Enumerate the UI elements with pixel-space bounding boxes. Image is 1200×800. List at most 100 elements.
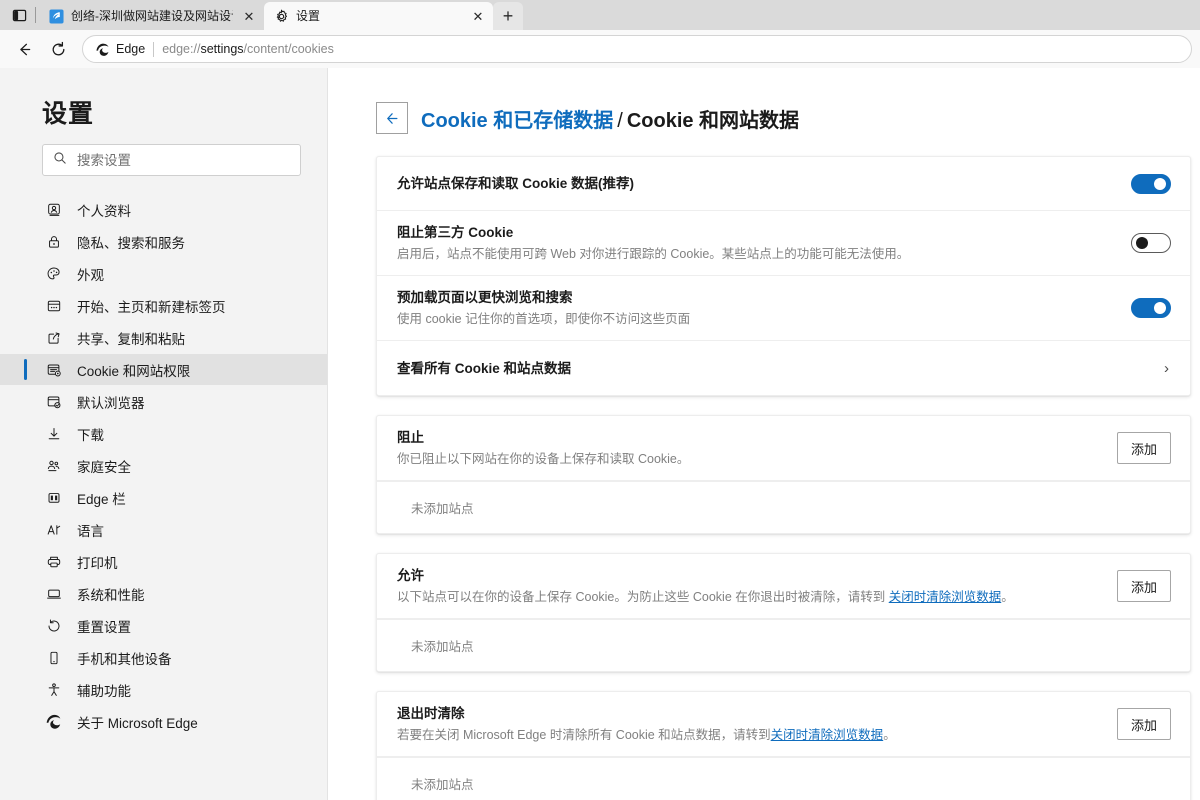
breadcrumb-current: Cookie 和网站数据	[627, 110, 799, 132]
toggle-knob	[1136, 237, 1148, 249]
sidebar-item-appearance[interactable]: 外观	[0, 258, 327, 289]
sidebar-item-family-safety[interactable]: 家庭安全	[0, 450, 327, 481]
search-wrap	[0, 144, 327, 176]
profile-icon	[45, 201, 62, 218]
tab-strip-divider	[35, 7, 36, 23]
tab-strip: 创络-深圳做网站建设及网站设计 ✕ 设置 ✕ +	[0, 0, 1200, 30]
sidebar-item-label: 打印机	[77, 552, 118, 572]
sidebar-item-about-edge[interactable]: 关于 Microsoft Edge	[0, 706, 327, 737]
row-description: 启用后，站点不能使用可跨 Web 对你进行跟踪的 Cookie。某些站点上的功能…	[397, 245, 909, 263]
edge-brand: Edge	[95, 42, 145, 57]
breadcrumb-parent-link[interactable]: Cookie 和已存储数据	[421, 110, 613, 132]
browser-toolbar: Edge edge://settings/content/cookies	[0, 30, 1200, 68]
setting-row-block-third-party[interactable]: 阻止第三方 Cookie 启用后，站点不能使用可跨 Web 对你进行跟踪的 Co…	[377, 211, 1190, 276]
sidebar-item-label: 开始、主页和新建标签页	[77, 296, 226, 316]
back-button[interactable]	[376, 102, 408, 134]
setting-row-allow-cookies[interactable]: 允许站点保存和读取 Cookie 数据(推荐)	[377, 157, 1190, 211]
tab-item-site[interactable]: 创络-深圳做网站建设及网站设计 ✕	[39, 2, 264, 30]
empty-state-allow: 未添加站点	[377, 619, 1190, 671]
cookie-settings-card: 允许站点保存和读取 Cookie 数据(推荐) 阻止第三方 Cookie 启用后…	[376, 156, 1191, 396]
site-list-card-clear-on-exit: 退出时清除 若要在关闭 Microsoft Edge 时清除所有 Cookie …	[376, 691, 1191, 800]
url-path: /content/cookies	[244, 42, 334, 56]
sidebar-item-profile[interactable]: 个人资料	[0, 194, 327, 225]
toggle-knob	[1154, 302, 1166, 314]
url-prefix: edge://	[162, 42, 200, 56]
empty-state-clear-on-exit: 未添加站点	[377, 757, 1190, 800]
toggle-block-third-party[interactable]	[1131, 233, 1171, 253]
row-text: 预加载页面以更快浏览和搜索 使用 cookie 记住你的首选项，即使你不访问这些…	[397, 276, 690, 340]
row-title: 允许	[397, 566, 1014, 585]
clear-on-close-link[interactable]: 关闭时清除浏览数据	[889, 590, 1002, 604]
breadcrumb: Cookie 和已存储数据/Cookie 和网站数据	[421, 104, 799, 133]
desc-after: 。	[1001, 590, 1014, 604]
reset-icon	[45, 617, 62, 634]
lock-icon	[45, 233, 62, 250]
sidebar-item-start-home-newtab[interactable]: 开始、主页和新建标签页	[0, 290, 327, 321]
tab-title: 创络-深圳做网站建设及网站设计	[71, 8, 233, 24]
add-button-block[interactable]: 添加	[1117, 432, 1171, 464]
add-button-allow[interactable]: 添加	[1117, 570, 1171, 602]
desc-after: 。	[883, 728, 896, 742]
edge-bar-icon	[45, 489, 62, 506]
tab-title: 设置	[296, 8, 462, 24]
settings-sidebar: 设置	[0, 68, 328, 800]
cookie-permissions-icon	[45, 361, 62, 378]
toggle-knob	[1154, 178, 1166, 190]
sidebar-item-printers[interactable]: 打印机	[0, 546, 327, 577]
row-title: 允许站点保存和读取 Cookie 数据(推荐)	[397, 174, 634, 193]
new-tab-button[interactable]: +	[493, 2, 523, 30]
browser-window-icon	[45, 297, 62, 314]
clear-on-close-link[interactable]: 关闭时清除浏览数据	[771, 728, 884, 742]
search-input[interactable]	[77, 153, 290, 168]
empty-state-block: 未添加站点	[377, 481, 1190, 533]
sidebar-item-label: 系统和性能	[77, 584, 145, 604]
toggle-allow-cookies[interactable]	[1131, 174, 1171, 194]
sidebar-item-share-copy-paste[interactable]: 共享、复制和粘贴	[0, 322, 327, 353]
sidebar-item-default-browser[interactable]: 默认浏览器	[0, 386, 327, 417]
sidebar-item-label: 下载	[77, 424, 104, 444]
sidebar-item-cookies-site-permissions[interactable]: Cookie 和网站权限	[0, 354, 327, 385]
sidebar-nav-list: 个人资料 隐私、搜索和服务	[0, 194, 327, 737]
sidebar-item-reset-settings[interactable]: 重置设置	[0, 610, 327, 641]
setting-row-preload-pages[interactable]: 预加载页面以更快浏览和搜索 使用 cookie 记住你的首选项，即使你不访问这些…	[377, 276, 1190, 341]
refresh-icon[interactable]	[42, 34, 74, 64]
sidebar-item-label: 外观	[77, 264, 104, 284]
sidebar-item-label: 隐私、搜索和服务	[77, 232, 185, 252]
sidebar-item-privacy[interactable]: 隐私、搜索和服务	[0, 226, 327, 257]
toggle-preload-pages[interactable]	[1131, 298, 1171, 318]
desc-before: 若要在关闭 Microsoft Edge 时清除所有 Cookie 和站点数据，…	[397, 728, 771, 742]
sidebar-item-languages[interactable]: 语言	[0, 514, 327, 545]
site-list-header: 阻止 你已阻止以下网站在你的设备上保存和读取 Cookie。 添加	[377, 416, 1190, 481]
chevron-right-icon[interactable]: ›	[1164, 361, 1171, 376]
page-title: 设置	[0, 94, 327, 144]
search-box[interactable]	[42, 144, 301, 176]
sidebar-item-label: Edge 栏	[77, 488, 126, 508]
url-text: edge://settings/content/cookies	[162, 42, 334, 56]
download-icon	[45, 425, 62, 442]
breadcrumb-separator: /	[617, 110, 623, 132]
browser-chrome: 创络-深圳做网站建设及网站设计 ✕ 设置 ✕ +	[0, 0, 1200, 68]
tab-item-settings[interactable]: 设置 ✕	[264, 2, 493, 30]
sidebar-item-edge-bar[interactable]: Edge 栏	[0, 482, 327, 513]
sidebar-item-accessibility[interactable]: 辅助功能	[0, 674, 327, 705]
sidebar-item-label: 个人资料	[77, 200, 131, 220]
edge-logo-icon	[45, 713, 62, 730]
split-screen-icon[interactable]	[4, 2, 34, 28]
system-icon	[45, 585, 62, 602]
setting-row-view-all-cookies[interactable]: 查看所有 Cookie 和站点数据 ›	[377, 341, 1190, 395]
sidebar-item-downloads[interactable]: 下载	[0, 418, 327, 449]
sidebar-item-system-performance[interactable]: 系统和性能	[0, 578, 327, 609]
sidebar-item-label: 语言	[77, 520, 104, 540]
sidebar-item-phone-other-devices[interactable]: 手机和其他设备	[0, 642, 327, 673]
add-button-clear-on-exit[interactable]: 添加	[1117, 708, 1171, 740]
sidebar-item-label: 手机和其他设备	[77, 648, 172, 668]
gear-icon	[273, 8, 289, 24]
tab-close-icon[interactable]: ✕	[469, 7, 487, 25]
sidebar-item-label: Cookie 和网站权限	[77, 360, 190, 380]
back-navigation-icon[interactable]	[8, 34, 40, 64]
row-title: 退出时清除	[397, 704, 896, 723]
desc-before: 以下站点可以在你的设备上保存 Cookie。为防止这些 Cookie 在你退出时…	[397, 590, 889, 604]
row-description: 你已阻止以下网站在你的设备上保存和读取 Cookie。	[397, 450, 689, 468]
tab-close-icon[interactable]: ✕	[240, 7, 258, 25]
address-bar[interactable]: Edge edge://settings/content/cookies	[82, 35, 1192, 63]
